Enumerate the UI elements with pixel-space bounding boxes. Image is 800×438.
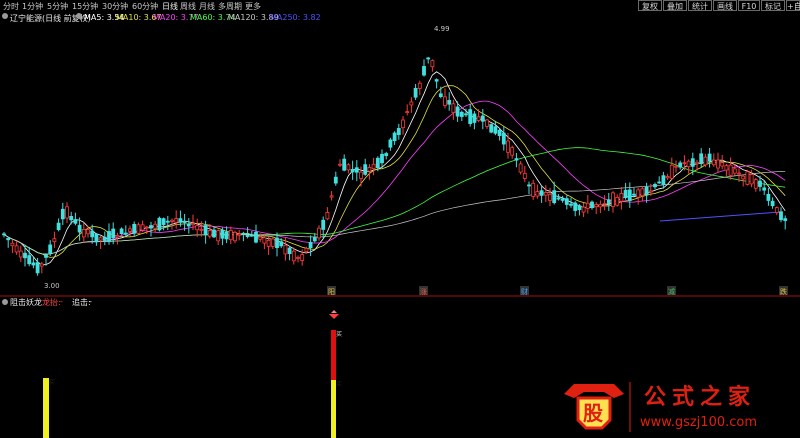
signal-bar-label: 买 <box>336 330 342 338</box>
f10-button[interactable]: F10 <box>738 0 760 11</box>
period-tab-monthly[interactable]: 月线 <box>199 1 215 12</box>
bull-horns-icon <box>564 384 624 398</box>
event-marker-label: 跌 <box>780 287 787 296</box>
event-markers: 阳 涨 财 减 跌 <box>327 286 788 296</box>
period-tab-daily[interactable]: 日线 <box>162 1 178 12</box>
period-toolbar: 分时 1分钟 5分钟 15分钟 30分钟 60分钟 日线 周线 月线 多周期 更… <box>0 0 800 12</box>
period-tab-more[interactable]: 更多 <box>245 1 261 12</box>
watermark-name: 公式之家 <box>644 384 756 410</box>
watermark-url: www.gszj100.com <box>640 415 757 430</box>
candlestick-chart[interactable]: 4.99 3.00 阳 涨 财 减 跌 <box>0 24 800 297</box>
ma250-value: MA250: 3.82 <box>270 13 321 22</box>
signal-bar-label: 买 <box>49 378 55 386</box>
watermark-graphic: 股 公式之家 www.gszj100.com <box>564 382 757 432</box>
signal-bar-yellow <box>43 378 49 438</box>
period-tab-multi[interactable]: 多周期 <box>218 1 242 12</box>
indicator-settings-dot-icon[interactable] <box>2 299 8 305</box>
add-self-button[interactable]: +自 <box>786 0 800 11</box>
period-tab-weekly[interactable]: 周线 <box>180 1 196 12</box>
event-marker-label: 阳 <box>328 287 335 296</box>
indicator-value-1: - <box>60 297 63 306</box>
indicator-header: 阻击妖龙 龙抬: - 追击: - <box>0 297 400 307</box>
statistics-button[interactable]: 统计 <box>688 0 712 11</box>
period-tab-5min[interactable]: 5分钟 <box>47 1 68 12</box>
mark-button[interactable]: 标记 <box>761 0 785 11</box>
watermark-logo: 股 公式之家 www.gszj100.com <box>556 376 786 436</box>
indicator-title: 阻击妖龙 <box>10 298 42 307</box>
event-marker-label: 减 <box>668 287 675 296</box>
ma-info-bar: 辽宁能源(日线 前复权) MA5: 3.54 MA10: 3.67 MA20: … <box>0 12 800 24</box>
event-marker-label: 财 <box>521 287 528 296</box>
high-price-label: 4.99 <box>434 25 450 33</box>
watermark-char: 股 <box>583 401 603 425</box>
period-tab-fenshi[interactable]: 分时 <box>3 1 19 12</box>
restore-rights-button[interactable]: 复权 <box>638 0 662 11</box>
ma-settings-dot-icon[interactable] <box>76 13 82 19</box>
period-tab-1min[interactable]: 1分钟 <box>22 1 43 12</box>
settings-dot-icon[interactable] <box>2 13 8 19</box>
signal-diamond-top <box>331 310 337 313</box>
indicator-label-1: 龙抬: <box>42 298 61 307</box>
signal-bar-yellow <box>331 380 336 438</box>
indicator-label-2: 追击: <box>72 298 91 307</box>
low-price-label: 3.00 <box>44 282 60 290</box>
period-tab-30min[interactable]: 30分钟 <box>102 1 128 12</box>
draw-line-button[interactable]: 画线 <box>713 0 737 11</box>
signal-bar-label: 买 <box>336 380 342 388</box>
overlay-button[interactable]: 叠加 <box>663 0 687 11</box>
indicator-value-2: - <box>89 297 92 306</box>
period-tab-60min[interactable]: 60分钟 <box>132 1 158 12</box>
period-tab-15min[interactable]: 15分钟 <box>72 1 98 12</box>
signal-diamond-icon <box>329 314 339 319</box>
event-marker-label: 涨 <box>420 287 427 296</box>
